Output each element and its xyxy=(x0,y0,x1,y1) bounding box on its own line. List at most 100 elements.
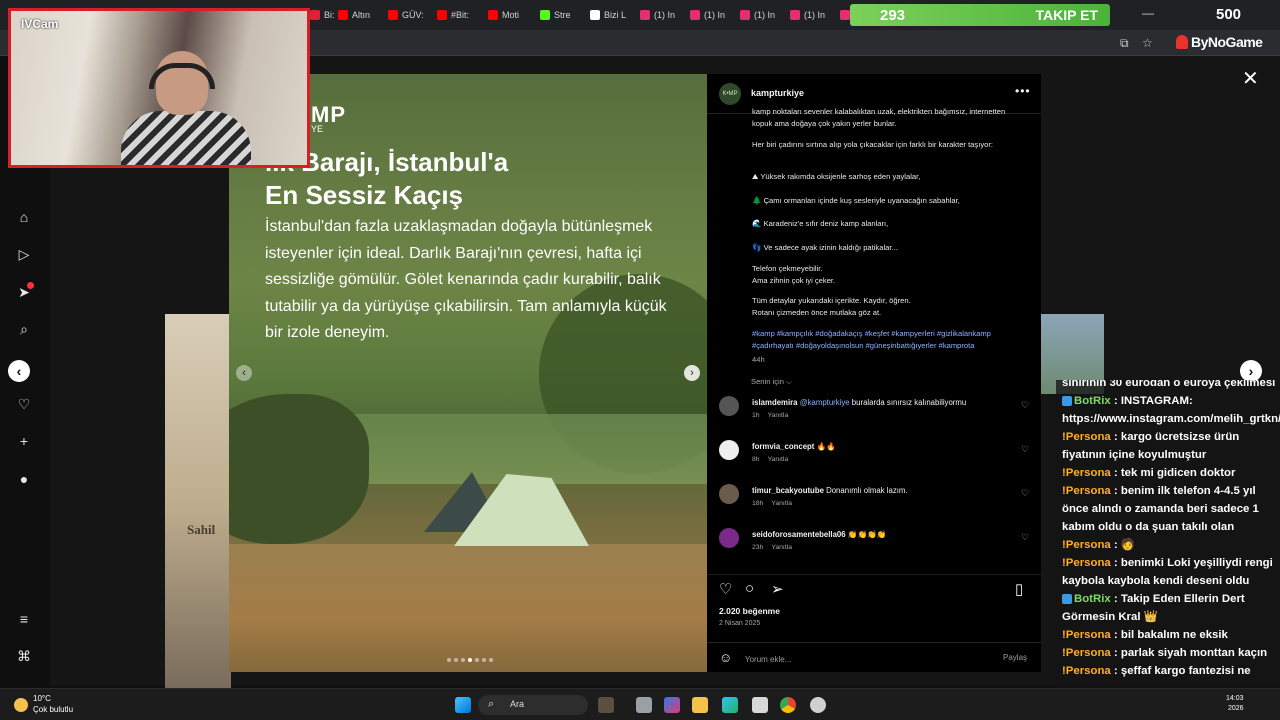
weather-temperature[interactable]: 10°C xyxy=(33,694,51,703)
comment-avatar[interactable] xyxy=(719,396,739,416)
home-icon[interactable]: ⌂ xyxy=(15,208,33,226)
windows-taskbar: 10°C Çok bulutlu ⌕ Ara 14:03 2026 xyxy=(0,688,1280,720)
weather-description[interactable]: Çok bulutlu xyxy=(33,705,73,714)
bookmark-star-icon[interactable]: ☆ xyxy=(1142,36,1153,50)
comment-mention[interactable]: @kampturkiye xyxy=(800,398,850,407)
carousel-dot[interactable] xyxy=(475,658,479,662)
caption-age: 44h xyxy=(752,354,765,364)
browser-tab[interactable]: Altın xyxy=(338,6,384,24)
carousel-dot[interactable] xyxy=(468,658,472,662)
comment-username[interactable]: formvia_concept xyxy=(752,442,814,451)
tab-favicon-icon xyxy=(790,10,800,20)
follow-label: TAKIP ET xyxy=(1035,7,1099,23)
create-icon[interactable]: + xyxy=(15,432,33,450)
browser-tab[interactable]: Stre xyxy=(540,6,586,24)
reply-button[interactable]: Yanıtla xyxy=(771,544,792,551)
save-icon[interactable]: ▯ xyxy=(1015,580,1023,598)
emoji-icon[interactable]: ☺ xyxy=(719,650,732,665)
chat-message: !Persona : tek mi gidicen doktor xyxy=(1062,467,1236,479)
browser-tab[interactable]: (1) In xyxy=(690,6,736,24)
browser-tab[interactable]: #Bit: xyxy=(437,6,483,24)
comment-text: seidoforosamentebella06 👏👏👏👏 xyxy=(752,530,1012,539)
tab-label: (1) In xyxy=(704,10,726,20)
chat-username: !Persona xyxy=(1062,485,1111,497)
image-previous-button[interactable]: ‹ xyxy=(236,365,252,381)
previous-post-button[interactable]: ‹ xyxy=(8,360,30,382)
app-icon[interactable] xyxy=(810,697,826,713)
chat-text: sınırının 30 eurodan o euroya çekilmesi xyxy=(1062,380,1276,389)
follow-goal-number: 500 xyxy=(1216,6,1242,23)
comment-avatar[interactable] xyxy=(719,484,739,504)
comment-like-icon[interactable]: ♡ xyxy=(1021,444,1029,455)
streamer-body xyxy=(121,111,251,165)
account-username[interactable]: kampturkiye xyxy=(751,88,804,98)
search-icon[interactable]: ⌕ xyxy=(15,320,33,338)
carousel-dot[interactable] xyxy=(482,658,486,662)
browser-tab[interactable]: GÜV: xyxy=(388,6,434,24)
reply-button[interactable]: Yanıtla xyxy=(768,412,789,419)
comment-username[interactable]: timur_bcakyoutube xyxy=(752,486,824,495)
tab-favicon-icon xyxy=(840,10,850,20)
taskbar-search[interactable]: ⌕ Ara xyxy=(478,695,588,715)
comment-avatar[interactable] xyxy=(719,528,739,548)
profile-icon[interactable]: ● xyxy=(15,470,33,488)
task-view-icon[interactable] xyxy=(636,697,652,713)
clock-date: 2026 xyxy=(1227,705,1244,712)
store-icon[interactable] xyxy=(752,697,768,713)
chat-message: !Persona : benimki Loki yeşilliydi rengi… xyxy=(1062,557,1273,587)
tab-label: GÜV: xyxy=(402,10,424,20)
share-icon[interactable]: ➢ xyxy=(771,580,784,598)
minimize-window-icon[interactable]: — xyxy=(1142,6,1154,20)
comment-avatar[interactable] xyxy=(719,440,739,460)
previous-post-preview[interactable]: Sahil xyxy=(165,314,231,688)
like-count[interactable]: 2.020 beğenme xyxy=(719,606,780,616)
image-next-button[interactable]: › xyxy=(684,365,700,381)
start-menu-icon[interactable] xyxy=(455,697,471,713)
next-post-button[interactable]: › xyxy=(1240,360,1262,382)
comment-icon[interactable]: ○ xyxy=(745,580,754,597)
caption-list: ⛰ Yüksek rakımda oksijenle sarhoş eden y… xyxy=(752,159,1022,253)
reels-icon[interactable]: ▷ xyxy=(15,245,33,263)
carousel-dot[interactable] xyxy=(489,658,493,662)
comment-sort-dropdown[interactable]: Senin için ⌵ xyxy=(751,377,792,387)
notifications-icon[interactable]: ♡ xyxy=(15,395,33,413)
browser-tab[interactable]: (1) In xyxy=(640,6,686,24)
carousel-dot[interactable] xyxy=(447,658,451,662)
comment-input[interactable] xyxy=(745,652,965,666)
widgets-icon[interactable] xyxy=(598,697,614,713)
weather-icon[interactable] xyxy=(14,698,28,712)
browser-tab[interactable]: Moti xyxy=(488,6,534,24)
comment-username[interactable]: islamdemira xyxy=(752,398,798,407)
install-app-icon[interactable]: ⧉ xyxy=(1120,36,1129,51)
carousel-dot[interactable] xyxy=(461,658,465,662)
meta-icon[interactable]: ⌘ xyxy=(15,647,33,665)
browser-tab[interactable]: Bizi L xyxy=(590,6,636,24)
chat-message: BotRix : Takip Eden Ellerin Dert Görmesi… xyxy=(1062,593,1245,623)
post-panel: K•MP kampturkiye ••• kamp noktaları seve… xyxy=(707,74,1041,672)
comment-like-icon[interactable]: ♡ xyxy=(1021,488,1029,499)
comment-username[interactable]: seidoforosamentebella06 xyxy=(752,530,846,539)
file-explorer-icon[interactable] xyxy=(692,697,708,713)
like-icon[interactable]: ♡ xyxy=(719,580,732,598)
account-avatar[interactable]: K•MP xyxy=(719,83,741,105)
post-comment-button[interactable]: Paylaş xyxy=(1003,653,1027,662)
more-options-button[interactable]: ••• xyxy=(1015,84,1031,98)
browser-tab[interactable]: (1) In xyxy=(790,6,836,24)
system-clock[interactable]: 14:03 2026 xyxy=(1226,694,1244,714)
chrome-icon[interactable] xyxy=(780,697,796,713)
comment-like-icon[interactable]: ♡ xyxy=(1021,532,1029,543)
browser-tab[interactable]: (1) In xyxy=(740,6,786,24)
close-icon[interactable]: ✕ xyxy=(1242,66,1259,91)
comment-like-icon[interactable]: ♡ xyxy=(1021,400,1029,411)
verified-badge-icon xyxy=(1062,395,1072,406)
copilot-icon[interactable] xyxy=(664,697,680,713)
caption-paragraph: Telefon çekmeyebilir. Ama zihnin çok iyi… xyxy=(752,263,836,285)
brand-name: ByNoGame xyxy=(1191,34,1263,50)
caption-hashtags[interactable]: #kamp #kampçılık #doğadakaçış #keşfet #k… xyxy=(752,328,1022,352)
reply-button[interactable]: Yanıtla xyxy=(768,456,789,463)
reply-button[interactable]: Yanıtla xyxy=(771,500,792,507)
menu-icon[interactable]: ≡ xyxy=(15,610,33,628)
comment-text: islamdemira @kampturkiye buralarda sınır… xyxy=(752,398,1012,407)
carousel-dot[interactable] xyxy=(454,658,458,662)
edge-icon[interactable] xyxy=(722,697,738,713)
